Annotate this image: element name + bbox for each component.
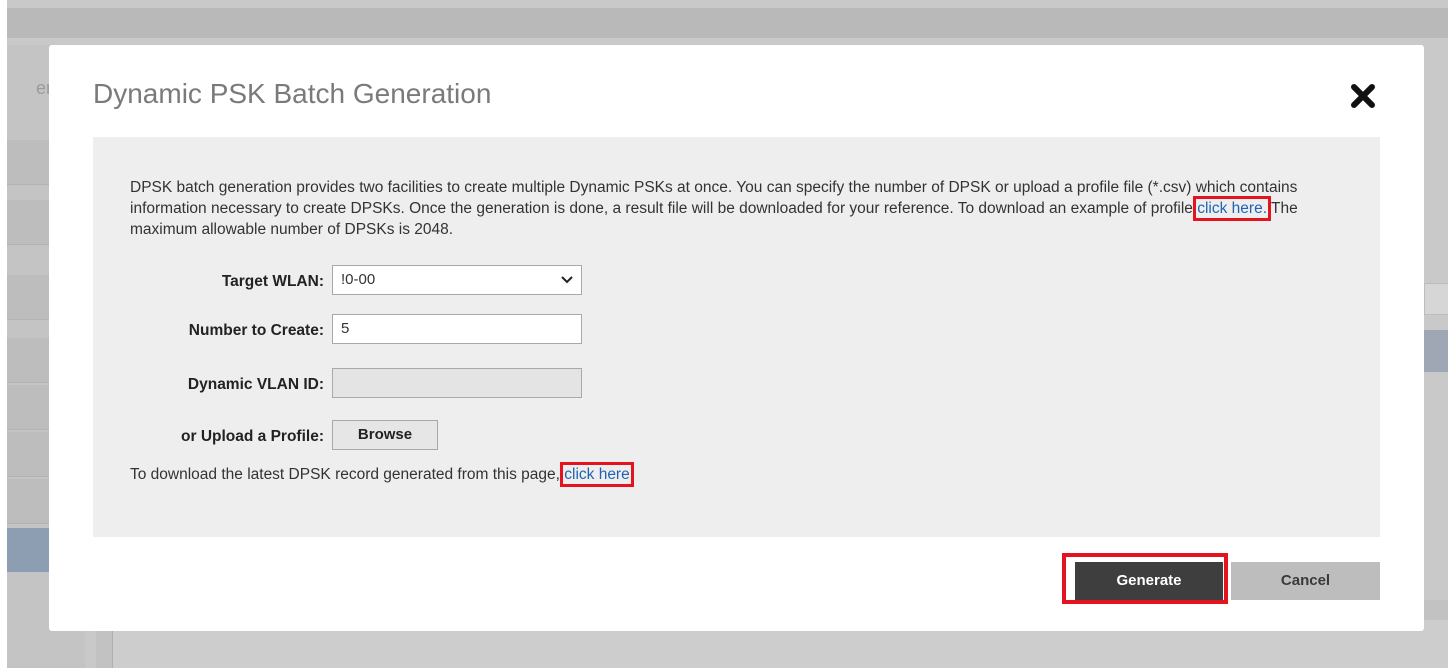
dynamic-vlan-label: Dynamic VLAN ID: [187,376,324,393]
target-wlan-row: Target WLAN: !0-00 [93,265,693,299]
target-wlan-value: !0-00 [341,271,376,288]
target-wlan-select[interactable]: !0-00 [332,265,582,295]
download-latest-line: To download the latest DPSK record gener… [130,462,634,487]
browse-button[interactable]: Browse [332,420,438,450]
background-left-edge [0,0,7,668]
upload-profile-row: or Upload a Profile: Browse [93,420,693,454]
target-wlan-label: Target WLAN: [221,273,324,290]
example-profile-link[interactable]: click here. [1193,196,1272,221]
download-latest-link[interactable]: click here [560,462,634,487]
background-right-control [1424,283,1448,315]
number-to-create-row: Number to Create: 5 [93,314,693,348]
dpsk-batch-dialog: Dynamic PSK Batch Generation DPSK batch … [49,45,1424,631]
dynamic-vlan-input[interactable] [332,368,582,398]
background-right-header [1424,330,1448,372]
number-to-create-input[interactable]: 5 [332,314,582,344]
cancel-button[interactable]: Cancel [1231,562,1380,600]
dialog-description: DPSK batch generation provides two facil… [130,177,1355,240]
description-text: DPSK batch generation provides two facil… [130,179,1298,217]
dynamic-vlan-row: Dynamic VLAN ID: [93,368,693,402]
dialog-title: Dynamic PSK Batch Generation [93,78,492,109]
dialog-body-panel: DPSK batch generation provides two facil… [93,137,1380,537]
chevron-down-icon [561,276,573,284]
close-icon[interactable] [1349,82,1377,110]
generate-button[interactable]: Generate [1075,562,1223,600]
upload-profile-label: or Upload a Profile: [181,428,324,445]
number-to-create-label: Number to Create: [188,322,324,339]
background-top-bar [7,8,1448,38]
download-latest-text: To download the latest DPSK record gener… [130,466,565,483]
